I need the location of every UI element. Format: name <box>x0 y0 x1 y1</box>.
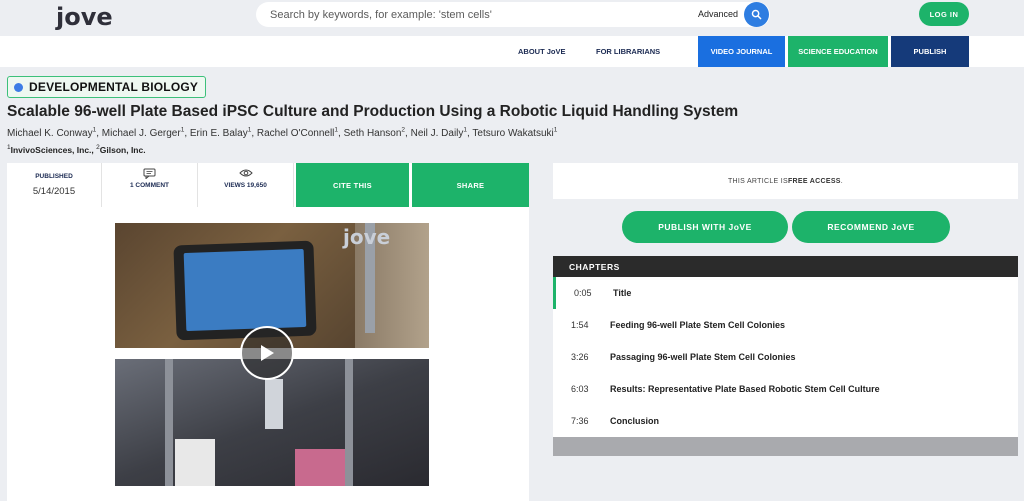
tab-video-journal[interactable]: VIDEO JOURNAL <box>698 36 785 67</box>
article-title: Scalable 96-well Plate Based iPSC Cultur… <box>7 103 739 120</box>
comments-stat[interactable]: 1 COMMENT <box>102 163 198 207</box>
published-label: PUBLISHED <box>35 173 73 180</box>
category-label: DEVELOPMENTAL BIOLOGY <box>29 80 199 94</box>
author-name[interactable]: Tetsuro Wakatsuki <box>472 128 553 139</box>
recommend-jove-button[interactable]: RECOMMEND JoVE <box>792 211 950 243</box>
free-access-label: FREE ACCESS <box>787 177 841 185</box>
play-button[interactable] <box>240 326 294 380</box>
affiliation-name: InvivoSciences, Inc. <box>10 145 92 155</box>
play-icon <box>261 345 274 361</box>
login-button[interactable]: LOG IN <box>919 2 969 26</box>
chapter-time: 1:54 <box>571 320 589 330</box>
publish-with-jove-button[interactable]: PUBLISH WITH JoVE <box>622 211 788 243</box>
chapter-title: Title <box>613 288 632 298</box>
published-date: 5/14/2015 <box>32 186 76 197</box>
category-badge[interactable]: DEVELOPMENTAL BIOLOGY <box>7 76 207 98</box>
search-bar: Advanced <box>256 2 770 27</box>
chapter-time: 7:36 <box>571 416 589 426</box>
author-name[interactable]: Neil J. Daily <box>411 128 464 139</box>
search-input[interactable] <box>270 5 670 24</box>
published-stat: PUBLISHED 5/14/2015 <box>7 163 102 207</box>
chapter-time: 6:03 <box>571 384 589 394</box>
chapter-title: Passaging 96-well Plate Stem Cell Coloni… <box>610 352 796 362</box>
free-access-notice: THIS ARTICLE IS FREE ACCESS. <box>553 163 1018 199</box>
views-stat: VIEWS 19,650 <box>198 163 294 207</box>
chapters-footer <box>553 437 1018 456</box>
video-player[interactable] <box>115 223 429 486</box>
author-list: Michael K. Conway1, Michael J. Gerger1, … <box>7 126 558 139</box>
tab-science-education[interactable]: SCIENCE EDUCATION <box>788 36 888 67</box>
logo-text: jove <box>56 3 113 31</box>
affiliations: 1InvivoSciences, Inc., 2Gilson, Inc. <box>7 144 146 155</box>
search-icon <box>751 9 762 20</box>
jove-logo[interactable]: jove <box>56 3 113 31</box>
author-name[interactable]: Michael J. Gerger <box>102 128 181 139</box>
top-header: jove Advanced LOG IN <box>0 0 1024 36</box>
chapters-heading: CHAPTERS <box>553 256 1018 277</box>
chapter-item[interactable]: 6:03 Results: Representative Plate Based… <box>553 373 1018 405</box>
category-dot-icon <box>14 82 23 92</box>
cite-button[interactable]: CITE THIS <box>296 163 409 207</box>
tablet-image <box>173 240 317 341</box>
comment-icon <box>143 168 156 179</box>
advanced-search-link[interactable]: Advanced <box>698 9 738 19</box>
author-name[interactable]: Michael K. Conway <box>7 128 93 139</box>
chapter-time: 3:26 <box>571 352 589 362</box>
author-name[interactable]: Erin E. Balay <box>190 128 248 139</box>
chapter-title: Conclusion <box>610 416 659 426</box>
tab-publish[interactable]: PUBLISH <box>891 36 969 67</box>
nav-about[interactable]: ABOUT JoVE <box>518 47 566 56</box>
article-media-panel: PUBLISHED 5/14/2015 1 COMMENT VIEWS 19,6… <box>7 163 529 501</box>
main-nav: ABOUT JoVE FOR LIBRARIANS VIDEO JOURNAL … <box>0 36 1024 67</box>
chapters-panel: CHAPTERS 0:05 Title 1:54 Feeding 96-well… <box>553 256 1018 456</box>
eye-icon <box>238 169 253 177</box>
author-name[interactable]: Seth Hanson <box>344 128 402 139</box>
chapter-time: 0:05 <box>574 288 592 298</box>
nav-librarians[interactable]: FOR LIBRARIANS <box>596 47 660 56</box>
chapter-item[interactable]: 7:36 Conclusion <box>553 405 1018 437</box>
chapter-title: Results: Representative Plate Based Robo… <box>610 384 880 394</box>
chapter-item[interactable]: 1:54 Feeding 96-well Plate Stem Cell Col… <box>553 309 1018 341</box>
search-button[interactable] <box>744 2 769 27</box>
chapter-item[interactable]: 0:05 Title <box>553 277 1018 309</box>
chapter-title: Feeding 96-well Plate Stem Cell Colonies <box>610 320 786 330</box>
jove-watermark: jove <box>343 225 391 249</box>
author-name[interactable]: Rachel O'Connell <box>257 128 335 139</box>
chapter-item[interactable]: 3:26 Passaging 96-well Plate Stem Cell C… <box>553 341 1018 373</box>
affiliation-name: Gilson, Inc. <box>99 145 146 155</box>
share-button[interactable]: SHARE <box>412 163 529 207</box>
comment-count: 1 COMMENT <box>130 182 169 189</box>
views-count: VIEWS 19,650 <box>224 182 267 189</box>
